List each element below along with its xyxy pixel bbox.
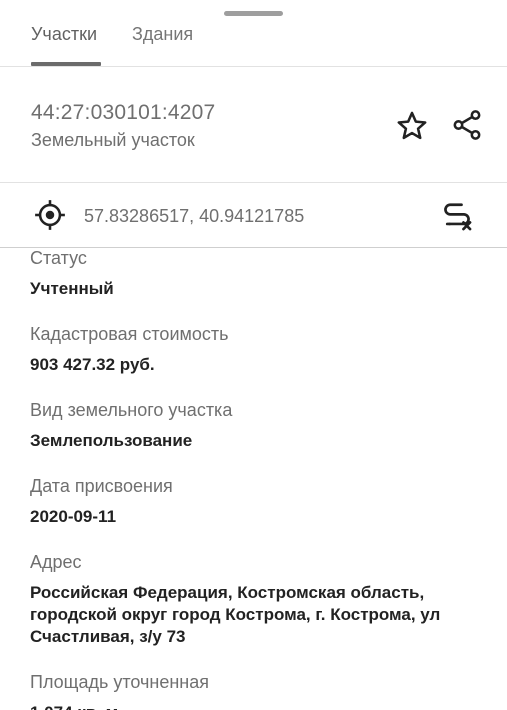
field-label-cadastral-value: Кадастровая стоимость — [30, 324, 229, 344]
field-label-status: Статус — [30, 248, 87, 268]
share-button[interactable] — [450, 108, 484, 142]
field-value-assign-date: 2020-09-11 — [30, 507, 117, 526]
field-value-address: Российская Федерация, Костромская област… — [30, 583, 441, 646]
field-label-area: Площадь уточненная — [30, 672, 209, 692]
field-value-status: Учтенный — [30, 279, 114, 298]
crosshair-icon — [35, 200, 65, 230]
object-header: 44:27:030101:4207 Земельный участок — [0, 67, 507, 183]
locate-button[interactable] — [33, 198, 67, 232]
field-value-cadastral-value: 903 427.32 руб. — [30, 355, 155, 374]
field-value-land-type: Землепользование — [30, 431, 193, 450]
field-label-assign-date: Дата присвоения — [30, 476, 173, 496]
route-button[interactable] — [439, 198, 475, 234]
share-icon — [453, 110, 481, 140]
tab-bar: Участки Здания — [0, 0, 507, 67]
tab-parcels[interactable]: Участки — [31, 24, 97, 45]
route-clear-icon — [444, 203, 472, 231]
field-label-land-type: Вид земельного участка — [30, 400, 233, 420]
coordinates-row: 57.83286517, 40.94121785 — [0, 184, 507, 248]
favorite-button[interactable] — [395, 109, 429, 143]
cadastral-number: 44:27:030101:4207 — [31, 101, 216, 124]
field-label-address: Адрес — [30, 552, 82, 572]
tab-buildings[interactable]: Здания — [132, 24, 193, 45]
coordinates-text[interactable]: 57.83286517, 40.94121785 — [84, 206, 304, 227]
field-value-area: 1 074 кв. м — [30, 702, 118, 710]
object-type: Земельный участок — [31, 130, 195, 150]
active-tab-indicator — [31, 62, 101, 66]
star-outline-icon — [397, 111, 427, 140]
